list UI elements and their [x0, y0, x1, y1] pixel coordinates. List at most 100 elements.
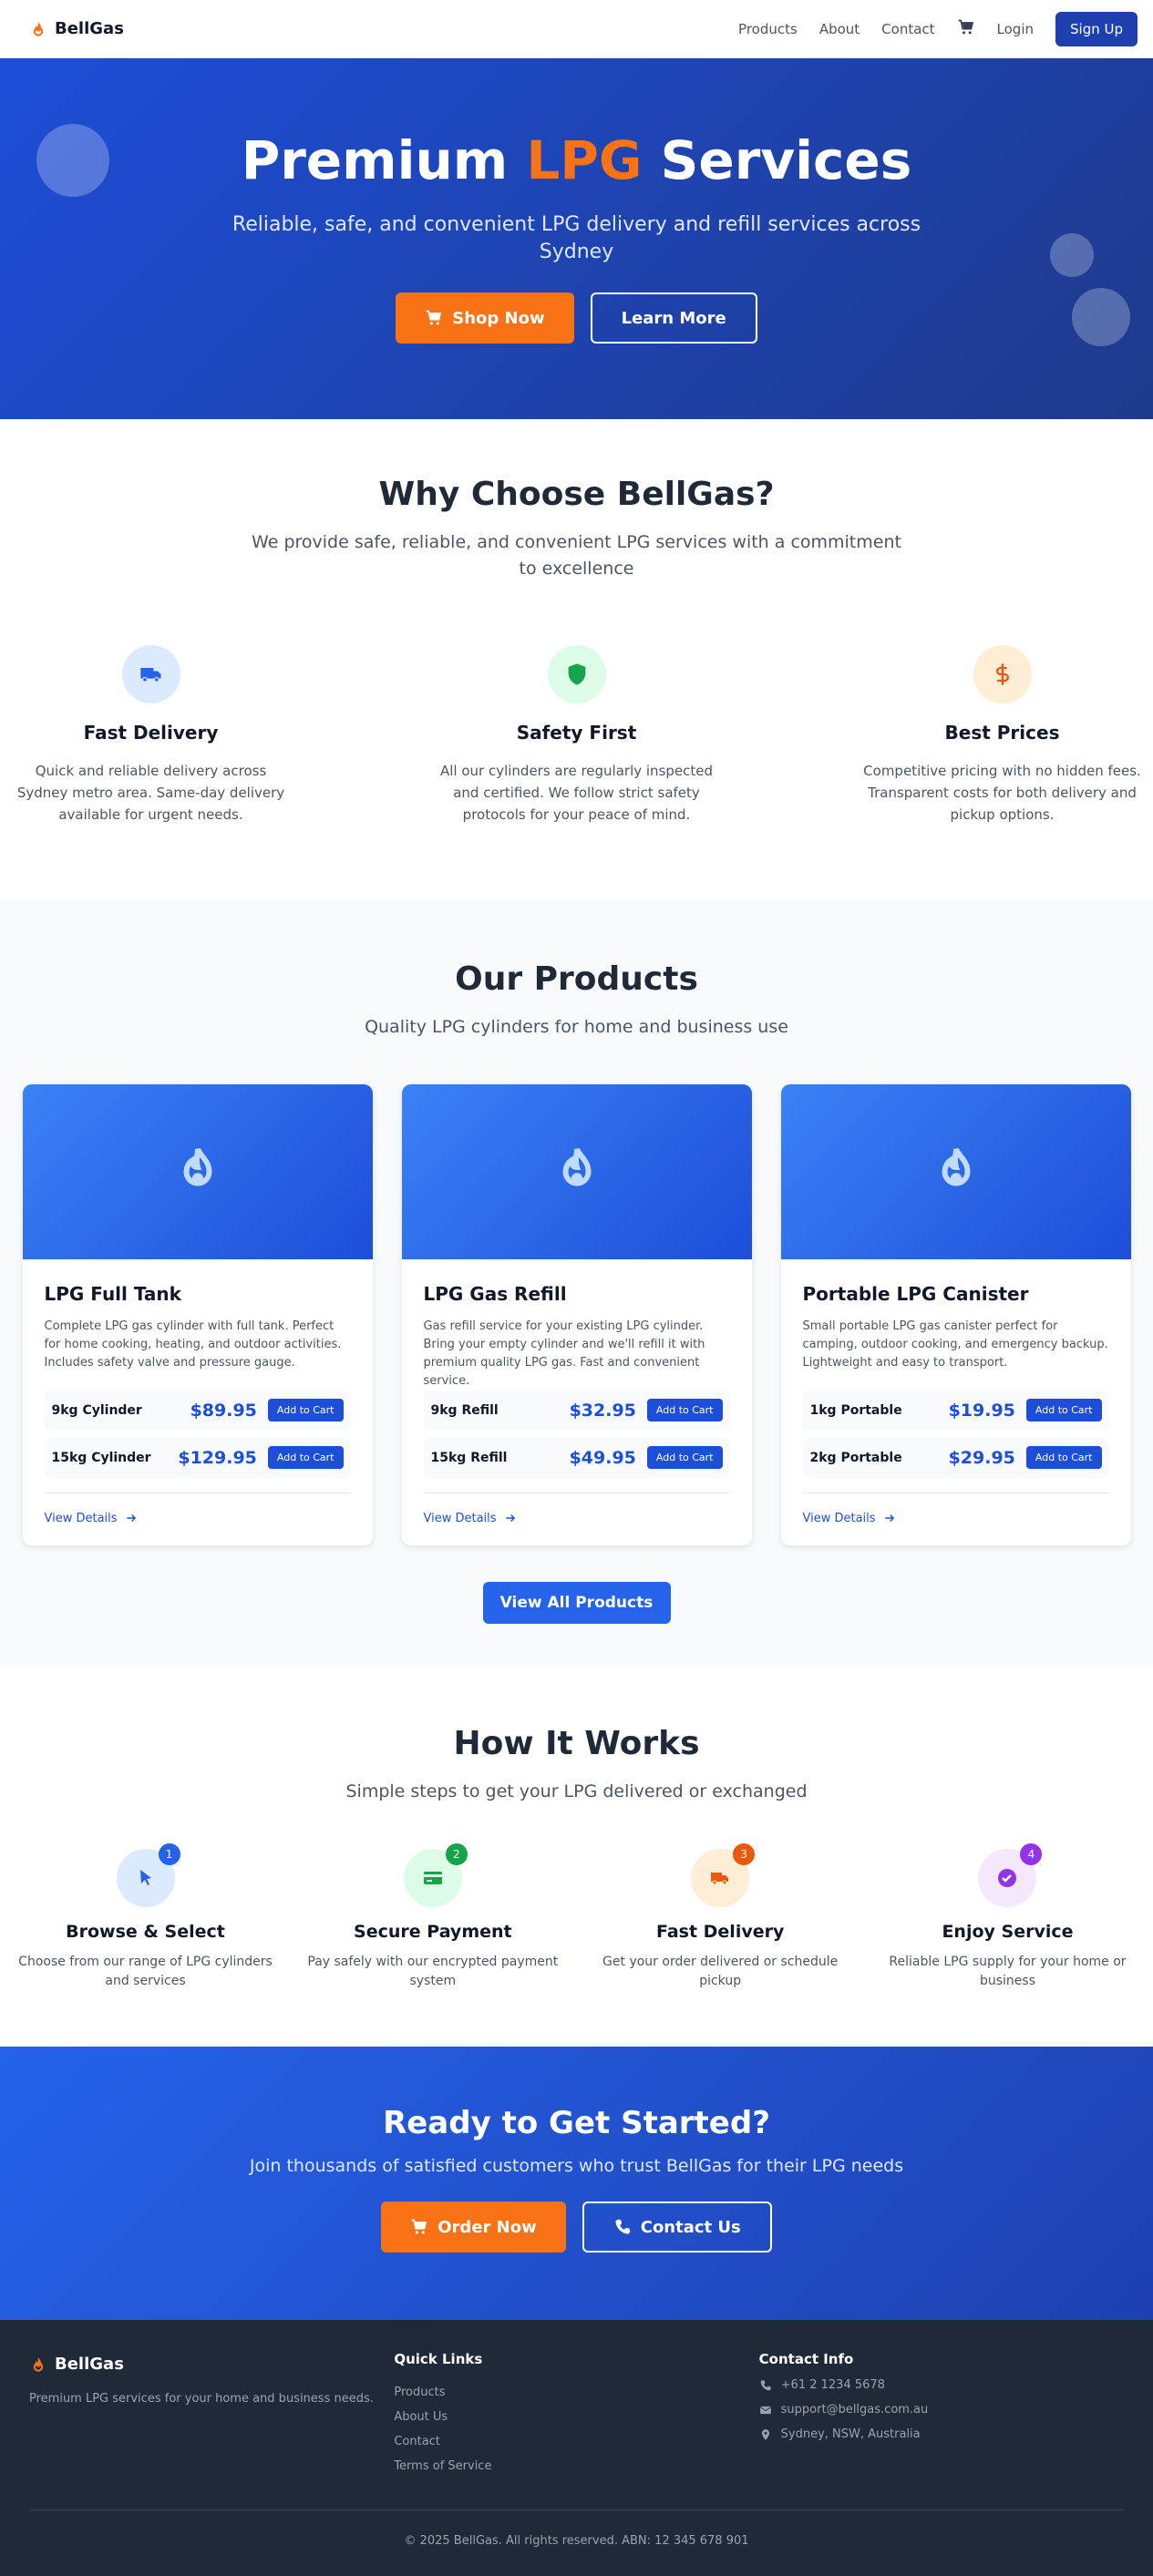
- add-to-cart-button[interactable]: Add to Cart: [646, 1446, 723, 1469]
- option-price: $129.95: [178, 1447, 257, 1468]
- steps-list: 1 Browse & Select Choose from our range …: [9, 1842, 1145, 1992]
- step-item: 3 Fast Delivery Get your order delivered…: [583, 1842, 857, 1992]
- footer-link-terms[interactable]: Terms of Service: [394, 2459, 758, 2473]
- how-subtitle: Simple steps to get your LPG delivered o…: [345, 1781, 808, 1801]
- how-title: How It Works: [453, 1725, 700, 1762]
- cta-subtitle: Join thousands of satisfied customers wh…: [249, 2156, 904, 2176]
- shield-icon: [547, 645, 606, 703]
- cta-buttons: Order Now Contact Us: [0, 2201, 1153, 2253]
- view-all-products-button[interactable]: View All Products: [482, 1581, 671, 1624]
- step-number-badge: 1: [158, 1842, 180, 1865]
- truck-icon: [121, 645, 180, 703]
- arrow-right-icon: [884, 1514, 894, 1523]
- hero-title: Premium LPG Services: [241, 129, 912, 191]
- product-option: 1kg Portable $19.95 Add to Cart: [802, 1390, 1109, 1431]
- nav-link-products[interactable]: Products: [738, 21, 798, 37]
- products-title: Our Products: [455, 960, 698, 998]
- add-to-cart-button[interactable]: Add to Cart: [267, 1399, 344, 1421]
- step-text: Pay safely with our encrypted payment sy…: [307, 1954, 559, 1989]
- contact-us-button[interactable]: Contact Us: [582, 2201, 772, 2253]
- option-name: 9kg Cylinder: [51, 1402, 142, 1418]
- login-link[interactable]: Login: [997, 21, 1034, 37]
- signup-button[interactable]: Sign Up: [1055, 11, 1138, 46]
- nav-link-about[interactable]: About: [819, 21, 860, 37]
- footer-link-contact[interactable]: Contact: [394, 2435, 758, 2448]
- hero-buttons: Shop Now Learn More: [0, 292, 1153, 344]
- product-option: 2kg Portable $29.95 Add to Cart: [802, 1437, 1109, 1478]
- shop-now-button[interactable]: Shop Now: [396, 292, 574, 344]
- check-circle-icon: 4: [978, 1842, 1043, 1907]
- product-option: 9kg Cylinder $89.95 Add to Cart: [44, 1390, 351, 1431]
- add-to-cart-button[interactable]: Add to Cart: [267, 1446, 344, 1469]
- why-section: Why Choose BellGas? We provide safe, rel…: [0, 419, 1153, 900]
- product-option: 15kg Cylinder $129.95 Add to Cart: [44, 1437, 351, 1478]
- phone-icon: [760, 2379, 771, 2390]
- products-subtitle: Quality LPG cylinders for home and busin…: [365, 1017, 788, 1037]
- view-details-link[interactable]: View Details: [424, 1512, 517, 1525]
- step-number-badge: 4: [1020, 1842, 1043, 1865]
- hero-section: Premium LPG Services Reliable, safe, and…: [0, 58, 1153, 419]
- truck-icon: 3: [691, 1842, 756, 1907]
- footer-logo[interactable]: BellGas: [29, 2355, 394, 2374]
- option-price: $49.95: [569, 1447, 636, 1468]
- phone-icon: [615, 2219, 631, 2234]
- step-text: Get your order delivered or schedule pic…: [602, 1954, 839, 1989]
- product-name: Portable LPG Canister: [802, 1282, 1029, 1305]
- cart-icon[interactable]: [957, 18, 975, 40]
- add-to-cart-button[interactable]: Add to Cart: [1025, 1399, 1102, 1421]
- add-to-cart-button[interactable]: Add to Cart: [646, 1399, 723, 1421]
- option-price: $32.95: [569, 1400, 636, 1421]
- step-item: 2 Secure Payment Pay safely with our enc…: [296, 1842, 570, 1992]
- footer-link-about[interactable]: About Us: [394, 2410, 758, 2424]
- nav-menu: Products About Contact Login Sign Up: [738, 11, 1138, 46]
- flame-icon: [33, 2356, 44, 2372]
- feature-title: Fast Delivery: [83, 722, 219, 744]
- product-image: [780, 1083, 1131, 1259]
- why-title: Why Choose BellGas?: [378, 476, 775, 513]
- feature-card: Fast Delivery Quick and reliable deliver…: [9, 645, 293, 826]
- feature-text: Quick and reliable delivery across Sydne…: [16, 763, 285, 823]
- step-text: Reliable LPG supply for your home or bus…: [889, 1954, 1127, 1989]
- footer-link-products[interactable]: Products: [394, 2386, 758, 2399]
- view-details-link[interactable]: View Details: [45, 1512, 138, 1525]
- footer-tagline: Premium LPG services for your home and b…: [29, 2392, 374, 2406]
- step-title: Enjoy Service: [942, 1921, 1074, 1942]
- cart-icon: [411, 2219, 427, 2234]
- footer-brand-column: BellGas Premium LPG services for your ho…: [29, 2351, 394, 2484]
- view-details-link[interactable]: View Details: [803, 1512, 896, 1525]
- feature-title: Safety First: [516, 722, 637, 744]
- copyright: © 2025 BellGas. All rights reserved. ABN…: [29, 2509, 1124, 2548]
- flame-icon: [941, 1147, 971, 1185]
- product-card: Portable LPG Canister Small portable LPG…: [780, 1083, 1131, 1545]
- option-price: $89.95: [190, 1400, 257, 1421]
- step-title: Fast Delivery: [655, 1921, 785, 1942]
- nav-link-contact[interactable]: Contact: [881, 21, 934, 37]
- step-text: Choose from our range of LPG cylinders a…: [18, 1954, 273, 1989]
- step-item: 4 Enjoy Service Reliable LPG supply for …: [870, 1842, 1144, 1992]
- product-cards: LPG Full Tank Complete LPG gas cylinder …: [22, 1083, 1131, 1545]
- flame-icon: [182, 1147, 212, 1185]
- feature-text: Competitive pricing with no hidden fees.…: [863, 763, 1141, 823]
- step-item: 1 Browse & Select Choose from our range …: [9, 1842, 283, 1992]
- footer-quick-links: Quick Links Products About Us Contact Te…: [394, 2351, 758, 2484]
- brand-logo[interactable]: BellGas: [29, 19, 124, 38]
- decorative-circle: [1050, 233, 1094, 277]
- add-to-cart-button[interactable]: Add to Cart: [1025, 1446, 1102, 1469]
- order-now-button[interactable]: Order Now: [381, 2201, 566, 2253]
- feature-card: Best Prices Competitive pricing with no …: [860, 645, 1145, 826]
- product-description: Gas refill service for your existing LPG…: [423, 1319, 705, 1388]
- product-card: LPG Gas Refill Gas refill service for yo…: [401, 1083, 752, 1545]
- brand-name: BellGas: [55, 19, 124, 38]
- product-card: LPG Full Tank Complete LPG gas cylinder …: [22, 1083, 373, 1545]
- contact-phone[interactable]: +61 2 1234 5678: [759, 2378, 1124, 2392]
- credit-card-icon: 2: [403, 1842, 468, 1907]
- product-description: Small portable LPG gas canister perfect …: [802, 1319, 1108, 1370]
- product-name: LPG Gas Refill: [423, 1282, 567, 1305]
- why-subtitle: We provide safe, reliable, and convenien…: [252, 532, 901, 579]
- contact-email[interactable]: support@bellgas.com.au: [759, 2403, 1124, 2417]
- features-list: Fast Delivery Quick and reliable deliver…: [9, 645, 1145, 826]
- step-title: Browse & Select: [66, 1921, 225, 1942]
- learn-more-button[interactable]: Learn More: [590, 292, 757, 344]
- feature-card: Safety First All our cylinders are regul…: [435, 645, 719, 826]
- feature-text: All our cylinders are regularly inspecte…: [439, 763, 714, 823]
